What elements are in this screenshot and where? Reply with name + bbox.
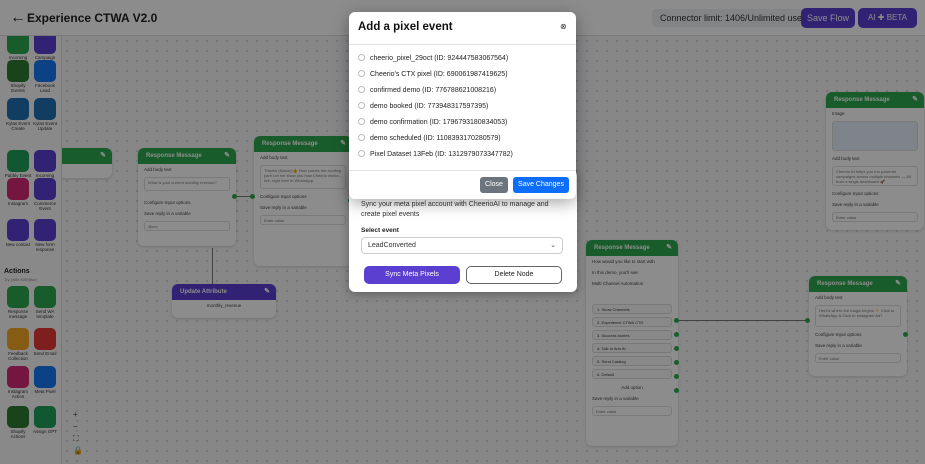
close-button[interactable]: Close: [480, 177, 508, 193]
sync-meta-pixels-button[interactable]: Sync Meta Pixels: [364, 266, 460, 284]
pixel-event-label: demo scheduled (ID: 1108393170280579): [370, 135, 501, 142]
pixel-event-label: confirmed demo (ID: 776788621008216): [370, 87, 497, 94]
pixel-event-label: Pixel Dataset 13Feb (ID: 131297907334778…: [370, 151, 513, 158]
pixel-event-option[interactable]: cheerio_pixel_29oct (ID: 924447583067564…: [358, 54, 508, 66]
save-changes-button[interactable]: Save Changes: [513, 177, 569, 193]
chevron-down-icon: ⌄: [550, 242, 556, 249]
pixel-event-option[interactable]: Pixel Dataset 13Feb (ID: 131297907334778…: [358, 150, 513, 162]
add-pixel-event-modal: Add a pixel event ⊗ cheerio_pixel_29oct …: [349, 12, 576, 199]
close-icon[interactable]: ⊗: [560, 22, 567, 31]
radio-button[interactable]: [358, 70, 365, 77]
pixel-event-label: demo booked (ID: 773948317597395): [370, 103, 489, 110]
modal-title: Add a pixel event: [358, 21, 453, 33]
radio-button[interactable]: [358, 150, 365, 157]
pixel-event-option[interactable]: demo scheduled (ID: 1108393170280579): [358, 134, 501, 146]
pixel-event-option[interactable]: confirmed demo (ID: 776788621008216): [358, 86, 496, 98]
radio-button[interactable]: [358, 86, 365, 93]
modal-divider: [349, 44, 576, 45]
modal-divider: [349, 170, 576, 171]
pixel-event-option[interactable]: Cheerio's CTX pixel (ID: 690061987419625…: [358, 70, 508, 82]
selected-event-value: LeadConverted: [368, 242, 416, 249]
radio-button[interactable]: [358, 54, 365, 61]
radio-button[interactable]: [358, 102, 365, 109]
select-event-dropdown[interactable]: LeadConverted ⌄: [361, 237, 563, 254]
pixel-event-option[interactable]: demo booked (ID: 773948317597395): [358, 102, 488, 114]
pixel-event-option[interactable]: demo confirmation (ID: 1796793180834053): [358, 118, 507, 130]
radio-button[interactable]: [358, 118, 365, 125]
radio-button[interactable]: [358, 134, 365, 141]
pixel-event-label: demo confirmation (ID: 1796793180834053): [370, 119, 508, 126]
pixel-event-label: cheerio_pixel_29oct (ID: 924447583067564…: [370, 55, 509, 62]
select-event-label: Select event: [361, 227, 399, 234]
pixel-event-label: Cheerio's CTX pixel (ID: 690061987419625…: [370, 71, 508, 78]
meta-pixel-description: Sync your meta pixel account with Cheeri…: [361, 201, 549, 218]
delete-node-button[interactable]: Delete Node: [466, 266, 562, 284]
